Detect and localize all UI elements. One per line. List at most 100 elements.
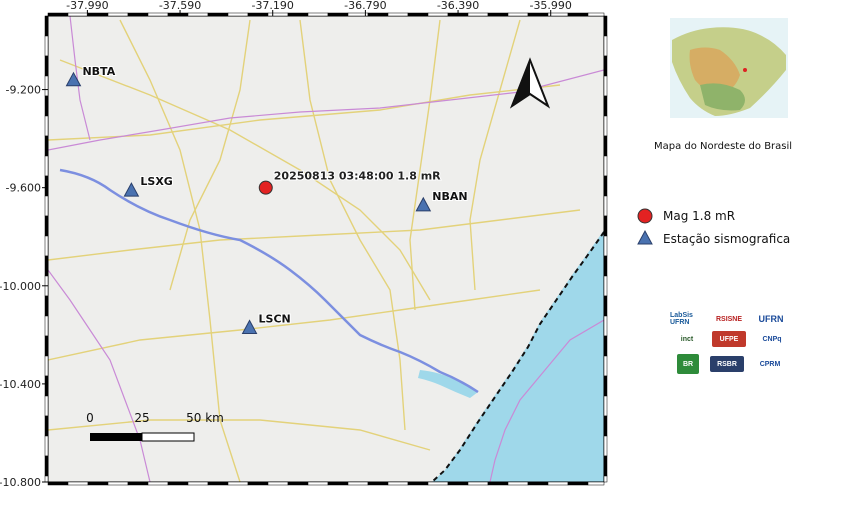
- frame-segment-right: [603, 15, 608, 37]
- frame-segment-left: [44, 175, 49, 197]
- frame-segment-top: [367, 12, 389, 17]
- frame-segment-right: [603, 435, 608, 457]
- frame-segment-left: [44, 35, 49, 57]
- frame-segment-left: [44, 415, 49, 437]
- scale-label-50: 50 km: [186, 411, 224, 425]
- frame-segment-right: [603, 455, 608, 477]
- legend-symbols: [637, 208, 653, 245]
- legend-label-mag: Mag 1.8 mR: [663, 209, 736, 223]
- frame-segment-top: [307, 12, 329, 17]
- frame-segment-bottom: [427, 481, 449, 486]
- station-label: LSCN: [259, 312, 291, 325]
- frame-segment-top: [487, 12, 509, 17]
- x-tick-label: -35.990: [529, 0, 571, 12]
- station-label: LSXG: [140, 175, 172, 188]
- logo-inct: inct: [680, 335, 694, 343]
- frame-segment-top: [427, 12, 449, 17]
- frame-segment-top: [587, 12, 605, 17]
- frame-segment-bottom: [87, 481, 109, 486]
- frame-segment-top: [527, 12, 549, 17]
- frame-segment-right: [603, 155, 608, 177]
- frame-segment-top: [87, 12, 109, 17]
- event-label: 20250813 03:48:00 1.8 mR: [274, 170, 441, 183]
- frame-segment-bottom: [247, 481, 269, 486]
- map-figure: -37.990 -37.590 -37.190 -36.790 -36.390 -35.9…: [0, 0, 788, 489]
- frame-segment-left: [44, 435, 49, 457]
- frame-segment-right: [603, 195, 608, 217]
- frame-segment-bottom: [167, 481, 189, 486]
- logo-rsbr: RSBR: [710, 356, 744, 372]
- x-tick-label: -37.590: [159, 0, 201, 12]
- frame-segment-right: [603, 95, 608, 117]
- frame-segment-right: [603, 335, 608, 357]
- y-tick-label: -9.600: [6, 182, 41, 195]
- station-label: NBTA: [82, 65, 115, 78]
- frame-segment-top: [467, 12, 489, 17]
- y-tick-label: -10.000: [0, 280, 41, 293]
- frame-segment-right: [603, 275, 608, 297]
- frame-segment-right: [603, 215, 608, 237]
- frame-segment-bottom: [307, 481, 329, 486]
- event-epicenter-circle-icon[interactable]: [258, 180, 273, 195]
- frame-segment-right: [603, 415, 608, 437]
- frame-segment-left: [44, 195, 49, 217]
- logo-labsis: LabSis UFRN: [670, 312, 693, 326]
- frame-segment-right: [603, 55, 608, 77]
- frame-segment-left: [44, 95, 49, 117]
- frame-segment-top: [507, 12, 529, 17]
- frame-segment-right: [603, 135, 608, 157]
- scale-label-25: 25: [134, 411, 149, 425]
- frame-segment-right: [603, 315, 608, 337]
- logo-cnpq: CNPq: [762, 335, 782, 343]
- frame-segment-bottom: [567, 481, 589, 486]
- frame-segment-left: [44, 475, 49, 483]
- frame-segment-bottom: [227, 481, 249, 486]
- frame-segment-left: [44, 295, 49, 317]
- x-tick-label: -36.390: [437, 0, 479, 12]
- frame-segment-left: [44, 215, 49, 237]
- frame-segment-right: [603, 255, 608, 277]
- frame-segment-bottom: [347, 481, 369, 486]
- frame-segment-top: [67, 12, 89, 17]
- scale-bar-white-segment: [141, 432, 195, 442]
- frame-segment-left: [44, 315, 49, 337]
- frame-segment-top: [47, 12, 69, 17]
- frame-segment-right: [603, 395, 608, 417]
- frame-segment-left: [44, 355, 49, 377]
- y-tick-label: -10.800: [0, 476, 41, 489]
- frame-segment-right: [603, 175, 608, 197]
- frame-segment-left: [44, 75, 49, 97]
- frame-segment-top: [567, 12, 589, 17]
- legend-red-circle-icon: [637, 208, 653, 224]
- frame-segment-top: [187, 12, 209, 17]
- frame-segment-left: [44, 255, 49, 277]
- x-tick-label: -37.990: [66, 0, 108, 12]
- frame-segment-top: [407, 12, 429, 17]
- frame-segment-bottom: [267, 481, 289, 486]
- legend-blue-triangle-icon: [637, 229, 653, 245]
- inset-caption: Mapa do Nordeste do Brasil: [654, 141, 793, 152]
- frame-segment-top: [287, 12, 309, 17]
- inset-map-nordeste: [670, 18, 788, 118]
- frame-segment-left: [44, 395, 49, 417]
- frame-segment-right: [603, 375, 608, 397]
- frame-segment-bottom: [327, 481, 349, 486]
- station-label: NBAN: [432, 190, 467, 203]
- frame-segment-bottom: [387, 481, 409, 486]
- frame-segment-bottom: [187, 481, 209, 486]
- frame-segment-top: [387, 12, 409, 17]
- frame-segment-top: [327, 12, 349, 17]
- frame-segment-right: [603, 235, 608, 257]
- frame-segment-bottom: [207, 481, 229, 486]
- frame-segment-top: [167, 12, 189, 17]
- frame-segment-bottom: [587, 481, 605, 486]
- frame-segment-right: [603, 295, 608, 317]
- frame-segment-left: [44, 135, 49, 157]
- frame-segment-top: [227, 12, 249, 17]
- frame-segment-right: [603, 75, 608, 97]
- frame-segment-left: [44, 155, 49, 177]
- logo-ufrn: UFRN: [758, 314, 784, 324]
- frame-segment-bottom: [507, 481, 529, 486]
- frame-segment-bottom: [107, 481, 129, 486]
- frame-segment-bottom: [487, 481, 509, 486]
